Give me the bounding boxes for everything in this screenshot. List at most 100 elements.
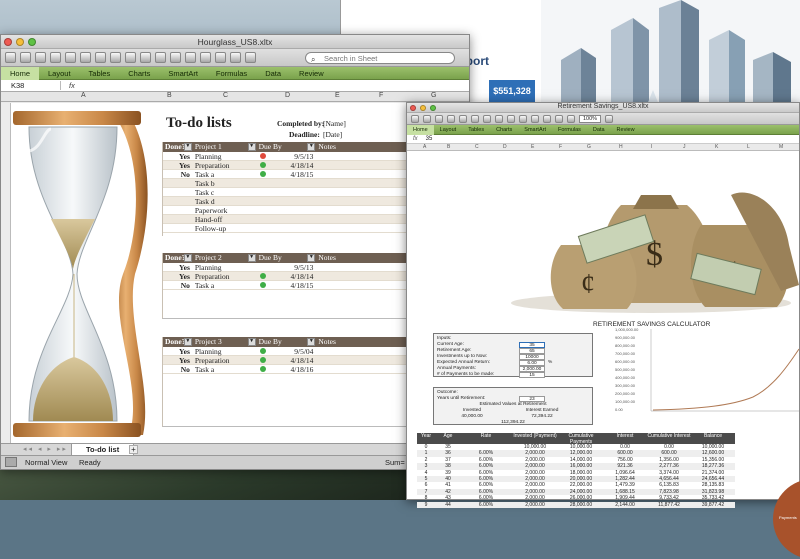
gallery-icon[interactable] [200, 52, 211, 63]
column-header[interactable]: Invested (Payment) [511, 433, 559, 444]
task-cell[interactable]: Planning [193, 347, 257, 356]
cut-icon[interactable] [459, 114, 467, 123]
column-header[interactable]: D [503, 144, 507, 150]
save-icon[interactable] [35, 52, 46, 63]
investments-field[interactable]: 10000 [519, 354, 545, 360]
column-header[interactable]: Year [417, 433, 435, 444]
sort-icon[interactable] [531, 114, 539, 123]
print-icon[interactable] [50, 52, 61, 63]
task-cell[interactable]: Task c [193, 188, 257, 197]
task-cell[interactable]: Hand-off [193, 215, 257, 224]
toolbox-icon[interactable] [215, 52, 226, 63]
undo-icon[interactable] [125, 52, 136, 63]
payments-count-field[interactable]: 15 [519, 372, 545, 378]
column-header[interactable]: B [167, 92, 172, 99]
table-row[interactable]: Yes Planning 9/5/04 [163, 347, 411, 356]
tab-tables[interactable]: Tables [80, 67, 120, 80]
due-by-header[interactable]: Due By ▼ [257, 253, 317, 263]
column-header[interactable]: D [285, 92, 290, 99]
column-header[interactable]: A [81, 92, 86, 99]
filter-dropdown-icon[interactable]: ▼ [183, 338, 192, 346]
filter-icon[interactable] [185, 52, 196, 63]
undo-icon[interactable] [495, 114, 503, 123]
table-row[interactable]: 9 44 6.00% 2,000.00 28,000.00 2,144.00 11,877.… [417, 501, 735, 508]
notes-cell[interactable] [316, 170, 411, 178]
filter-dropdown-icon[interactable]: ▼ [183, 254, 192, 262]
paste-icon[interactable] [483, 114, 491, 123]
done-cell[interactable]: Yes [163, 152, 193, 161]
task-cell[interactable]: Task d [193, 197, 257, 206]
tab-formulas[interactable]: Formulas [207, 67, 256, 80]
notes-cell[interactable] [316, 272, 411, 280]
current-age-field[interactable]: 35 [519, 342, 545, 348]
annual-payments-field[interactable]: 2,000.00 [519, 366, 545, 372]
column-header[interactable]: H [619, 144, 623, 150]
tab-data[interactable]: Data [256, 67, 290, 80]
due-by-header[interactable]: Due By ▼ [257, 142, 317, 152]
column-header[interactable]: J [683, 144, 686, 150]
filter-icon[interactable] [543, 114, 551, 123]
table-row[interactable]: Yes Preparation 4/18/14 [163, 356, 411, 365]
print-icon[interactable] [447, 114, 455, 123]
done-header[interactable]: Done? ▼ [163, 253, 193, 263]
done-cell[interactable]: No [163, 365, 193, 374]
add-sheet-icon[interactable]: + [129, 445, 138, 454]
copy-icon[interactable] [80, 52, 91, 63]
column-header[interactable]: E [335, 92, 340, 99]
retirement-worksheet[interactable]: $ $ ¢ RETIREMENT SAVINGS CALCULATOR Inpu… [407, 153, 800, 557]
table-cell[interactable]: 9 [417, 502, 435, 508]
project-header[interactable]: Project 3 ▼ [193, 337, 257, 347]
task-cell[interactable]: Paperwork [193, 206, 257, 215]
table-row[interactable]: Hand-off [163, 215, 411, 224]
redo-icon[interactable] [507, 114, 515, 123]
due-cell[interactable]: 4/18/14 [257, 272, 317, 281]
notes-header[interactable]: Notes [316, 253, 411, 263]
table-cell[interactable]: 44 [435, 502, 461, 508]
done-cell[interactable]: Yes [163, 272, 193, 281]
retirement-age-field[interactable]: 65 [519, 348, 545, 354]
tab-layout[interactable]: Layout [39, 67, 80, 80]
tab-charts[interactable]: Charts [490, 125, 518, 135]
notes-header[interactable]: Notes [316, 142, 411, 152]
filter-dropdown-icon[interactable]: ▼ [307, 338, 316, 346]
table-row[interactable]: Yes Preparation 4/18/14 [163, 161, 411, 170]
tab-smartart[interactable]: SmartArt [518, 125, 552, 135]
sheet-nav-arrows-icon[interactable]: ◂◂ ◂ ▸ ▸▸ [23, 445, 68, 453]
column-header[interactable]: Age [435, 433, 461, 444]
column-header[interactable]: Balance [691, 433, 735, 444]
table-row[interactable]: No Task a 4/18/16 [163, 365, 411, 374]
tab-review[interactable]: Review [290, 67, 333, 80]
notes-cell[interactable] [316, 356, 411, 364]
new-icon[interactable] [411, 114, 419, 123]
notes-cell[interactable] [316, 161, 411, 169]
tab-smartart[interactable]: SmartArt [159, 67, 207, 80]
window-titlebar[interactable]: Retirement Savings_US8.xltx [407, 103, 799, 113]
new-icon[interactable] [5, 52, 16, 63]
column-header[interactable]: Cumulative Payments [559, 433, 603, 445]
project-header[interactable]: Project 1 ▼ [193, 142, 257, 152]
task-cell[interactable]: Preparation [193, 272, 257, 281]
table-row[interactable]: Yes Planning 9/5/13 [163, 152, 411, 161]
table-cell[interactable]: 2,144.00 [603, 502, 647, 508]
table-row[interactable]: Paperwork [163, 206, 411, 215]
open-icon[interactable] [20, 52, 31, 63]
done-header[interactable]: Done? ▼ [163, 142, 193, 152]
paste-icon[interactable] [95, 52, 106, 63]
column-header[interactable]: E [531, 144, 534, 150]
column-header[interactable]: Interest [603, 433, 647, 444]
table-row[interactable]: Task c [163, 188, 411, 197]
open-icon[interactable] [423, 114, 431, 123]
tab-layout[interactable]: Layout [434, 125, 463, 135]
help-icon[interactable] [245, 52, 256, 63]
notes-cell[interactable] [316, 281, 411, 289]
notes-cell[interactable] [316, 365, 411, 373]
table-row[interactable]: Follow-up [163, 224, 411, 233]
column-header[interactable]: G [587, 144, 591, 150]
window-titlebar[interactable]: Hourglass_US8.xltx [1, 35, 469, 49]
filter-dropdown-icon[interactable]: ▼ [183, 143, 192, 151]
due-cell[interactable]: 9/5/13 [257, 152, 317, 161]
cut-icon[interactable] [65, 52, 76, 63]
done-header[interactable]: Done? ▼ [163, 337, 193, 347]
task-cell[interactable]: Task b [193, 179, 257, 188]
column-header[interactable]: C [475, 144, 479, 150]
